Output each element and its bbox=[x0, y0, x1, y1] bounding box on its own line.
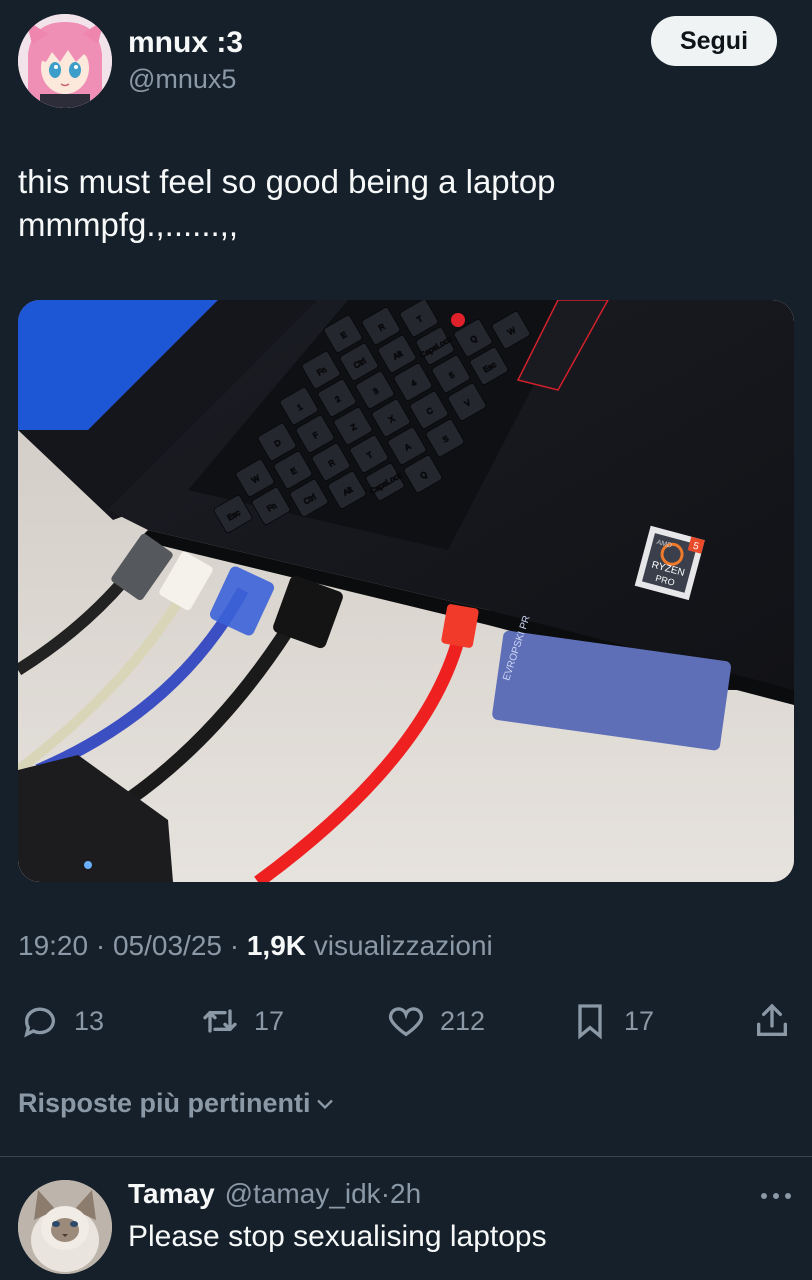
replies-sort-label: Risposte più pertinenti bbox=[18, 1088, 311, 1118]
like-count: 212 bbox=[440, 1005, 486, 1036]
reply-header: Tamay @tamay_idk · 2h bbox=[128, 1178, 421, 1210]
author-handle[interactable]: @mnux5 bbox=[128, 64, 236, 95]
reply-action[interactable]: 13 bbox=[20, 1000, 104, 1042]
chevron-down-icon bbox=[316, 1099, 333, 1109]
tweet-time[interactable]: 19:20 bbox=[18, 930, 88, 961]
share-icon bbox=[757, 1003, 787, 1036]
bookmark-action[interactable]: 17 bbox=[570, 1000, 654, 1042]
share-action[interactable] bbox=[752, 1000, 806, 1042]
tweet-date[interactable]: 05/03/25 bbox=[113, 930, 222, 961]
reply-author-name[interactable]: Tamay bbox=[128, 1178, 215, 1210]
bookmark-icon bbox=[578, 1004, 602, 1040]
trackpoint bbox=[451, 313, 465, 327]
reply-time[interactable]: 2h bbox=[390, 1178, 421, 1210]
divider bbox=[0, 1156, 812, 1157]
author-name[interactable]: mnux :3 bbox=[128, 26, 243, 60]
reply-avatar[interactable] bbox=[18, 1180, 112, 1274]
reply-separator: · bbox=[380, 1178, 391, 1209]
follow-button[interactable]: Segui bbox=[651, 16, 777, 66]
more-options-icon[interactable] bbox=[758, 1186, 794, 1206]
views-label: visualizzazioni bbox=[313, 930, 493, 961]
reply-author-handle[interactable]: @tamay_idk bbox=[225, 1178, 381, 1210]
tweet-photo[interactable]: Esc Fn Ctrl Alt CapsLock Q W E R T A S D F Z X C V 1 2 3 4 5 Es… bbox=[18, 300, 794, 882]
reply-count: 13 bbox=[74, 1005, 105, 1036]
like-action[interactable]: 212 bbox=[386, 1000, 485, 1042]
author-avatar[interactable] bbox=[18, 14, 112, 108]
tweet-meta: 19:20 · 05/03/25 · 1,9K visualizzazioni bbox=[18, 930, 493, 961]
bookmark-count: 17 bbox=[624, 1005, 655, 1036]
repost-count: 17 bbox=[254, 1005, 285, 1036]
reply-text: Please stop sexualising laptops bbox=[128, 1220, 547, 1253]
heart-icon bbox=[388, 1007, 424, 1037]
reply-icon bbox=[24, 1007, 55, 1038]
repost-action[interactable]: 17 bbox=[200, 1000, 284, 1042]
replies-sort-dropdown[interactable]: Risposte più pertinenti bbox=[18, 1088, 339, 1119]
repost-icon bbox=[203, 1009, 237, 1033]
views-count: 1,9K bbox=[246, 930, 307, 961]
tweet-text: this must feel so good being a laptop mm… bbox=[18, 163, 556, 243]
